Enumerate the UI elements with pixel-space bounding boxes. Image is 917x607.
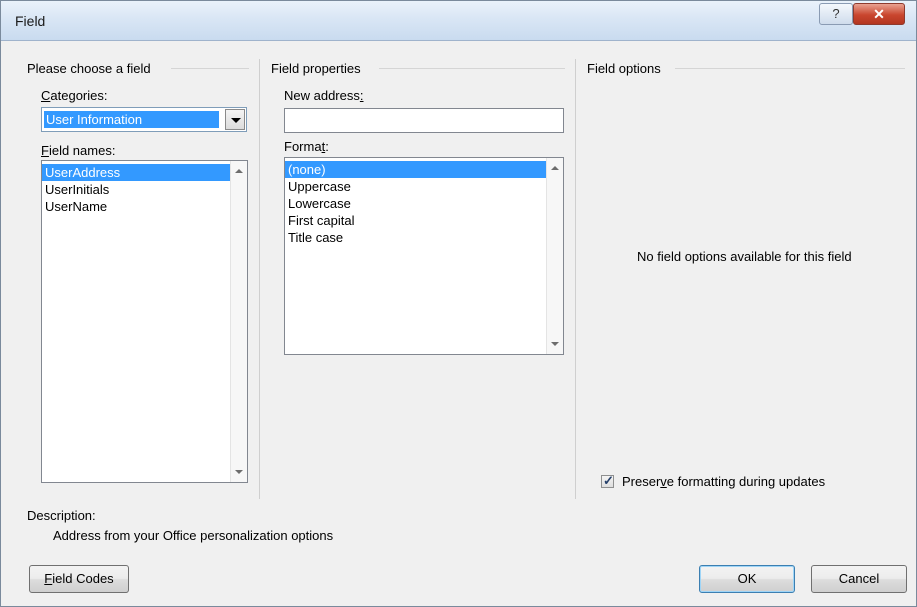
field-names-scrollbar[interactable] [230, 161, 247, 482]
ok-button[interactable]: OK [699, 565, 795, 593]
field-names-list[interactable]: UserAddress UserInitials UserName [41, 160, 248, 483]
list-item[interactable]: (none) [285, 161, 546, 178]
categories-dropdown[interactable]: User Information [41, 107, 247, 132]
list-item[interactable]: UserName [42, 198, 230, 215]
list-item[interactable]: First capital [285, 212, 546, 229]
new-address-label: New address: [284, 88, 364, 103]
options-group-divider [675, 68, 905, 69]
format-label: Format: [284, 139, 329, 154]
close-button[interactable]: ✕ [853, 3, 905, 25]
column-separator-right [575, 59, 576, 499]
title-bar[interactable]: Field ? ✕ [1, 1, 916, 41]
list-item[interactable]: Title case [285, 229, 546, 246]
window-title: Field [15, 13, 46, 29]
field-dialog: Field ? ✕ Please choose a field Categori… [0, 0, 917, 607]
field-options-group-title: Field options [587, 61, 661, 76]
column-separator-left [259, 59, 260, 499]
scroll-down-icon[interactable] [235, 470, 243, 474]
chevron-down-icon[interactable] [225, 109, 245, 130]
list-item[interactable]: UserInitials [42, 181, 230, 198]
format-list[interactable]: (none) Uppercase Lowercase First capital Tit… [284, 157, 564, 355]
close-icon: ✕ [873, 6, 885, 22]
help-icon: ? [832, 6, 840, 21]
scroll-up-icon[interactable] [551, 166, 559, 170]
list-item[interactable]: Lowercase [285, 195, 546, 212]
field-codes-button[interactable]: Field Codes [29, 565, 129, 593]
choose-field-group-title: Please choose a field [27, 61, 151, 76]
field-properties-group-title: Field properties [271, 61, 361, 76]
choose-group-divider [171, 68, 249, 69]
field-names-label: Field names: [41, 143, 116, 158]
no-options-message: No field options available for this fiel… [637, 249, 852, 264]
scroll-up-icon[interactable] [235, 169, 243, 173]
preserve-formatting-label[interactable]: Preserve formatting during updates [622, 474, 825, 489]
description-label: Description: [27, 508, 96, 523]
preserve-formatting-checkbox[interactable] [601, 473, 614, 489]
properties-group-divider [379, 68, 565, 69]
new-address-input[interactable] [284, 108, 564, 133]
categories-selected-value: User Information [44, 111, 219, 128]
categories-label: Categories: [41, 88, 108, 103]
list-item[interactable]: UserAddress [42, 164, 230, 181]
scroll-down-icon[interactable] [551, 342, 559, 346]
format-scrollbar[interactable] [546, 158, 563, 354]
list-item[interactable]: Uppercase [285, 178, 546, 195]
description-text: Address from your Office personalization… [53, 528, 334, 543]
help-button[interactable]: ? [819, 3, 853, 25]
cancel-button[interactable]: Cancel [811, 565, 907, 593]
